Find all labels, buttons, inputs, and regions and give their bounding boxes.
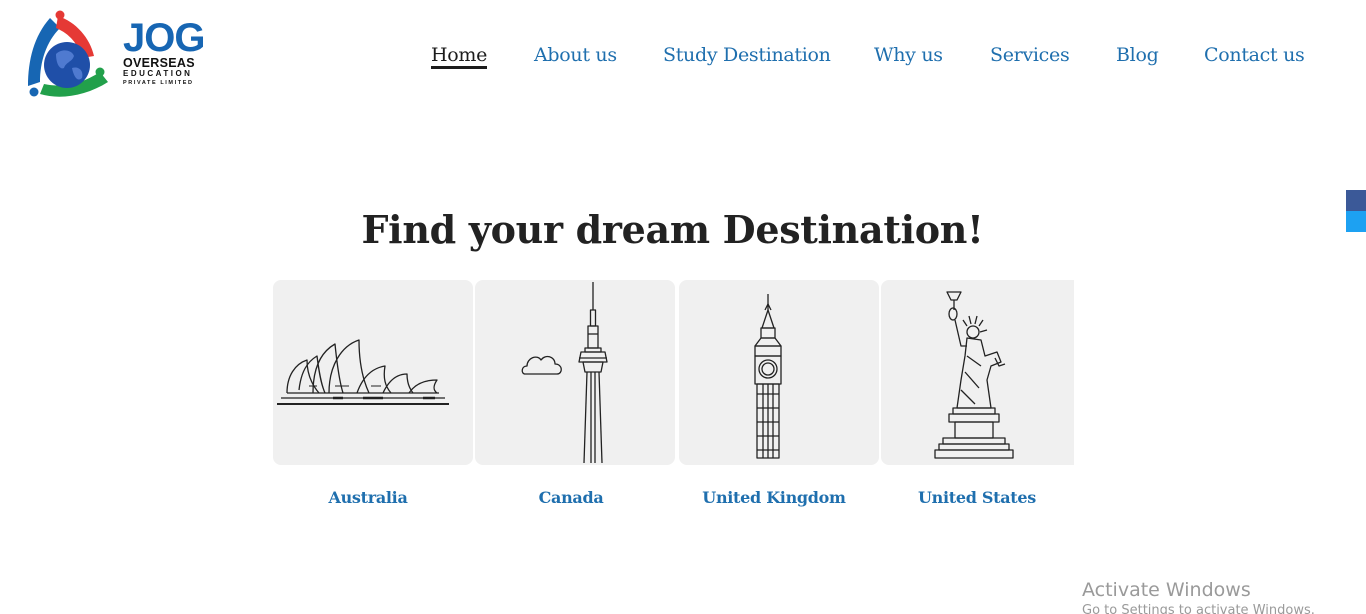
- destination-label-canada[interactable]: Canada: [471, 488, 671, 507]
- nav-about-us[interactable]: About us: [534, 44, 617, 66]
- activate-windows-watermark: Activate Windows Go to Settings to activ…: [1082, 578, 1362, 614]
- destination-label-united-kingdom[interactable]: United Kingdom: [674, 488, 874, 507]
- logo-line-private-limited: PRIVATE LIMITED: [123, 80, 194, 86]
- big-ben-icon: [754, 294, 782, 459]
- nav-services[interactable]: Services: [990, 44, 1070, 66]
- destination-card-united-kingdom[interactable]: [679, 280, 879, 465]
- social-share-tab[interactable]: [1346, 190, 1366, 232]
- nav-home[interactable]: Home: [431, 44, 487, 69]
- nav-study-destination[interactable]: Study Destination: [663, 44, 831, 66]
- facebook-share-button[interactable]: [1346, 190, 1366, 211]
- section-title: Find your dream Destination!: [361, 207, 984, 252]
- destination-card-canada[interactable]: [475, 280, 675, 465]
- twitter-share-button[interactable]: [1346, 211, 1366, 232]
- sydney-opera-house-icon: [277, 339, 449, 405]
- watermark-line2: Go to Settings to activate Windows.: [1082, 603, 1315, 614]
- main-nav: Home About us Study Destination Why us S…: [0, 44, 1366, 74]
- nav-why-us[interactable]: Why us: [874, 44, 943, 66]
- statue-of-liberty-icon: [934, 291, 1014, 459]
- destination-label-australia[interactable]: Australia: [268, 488, 468, 507]
- destination-card-united-states[interactable]: [881, 280, 1074, 465]
- nav-blog[interactable]: Blog: [1116, 44, 1159, 66]
- nav-contact-us[interactable]: Contact us: [1204, 44, 1305, 66]
- cn-tower-icon: [521, 282, 608, 464]
- watermark-line1: Activate Windows: [1082, 579, 1251, 601]
- destination-card-australia[interactable]: [273, 280, 473, 465]
- destination-label-united-states[interactable]: United States: [877, 488, 1077, 507]
